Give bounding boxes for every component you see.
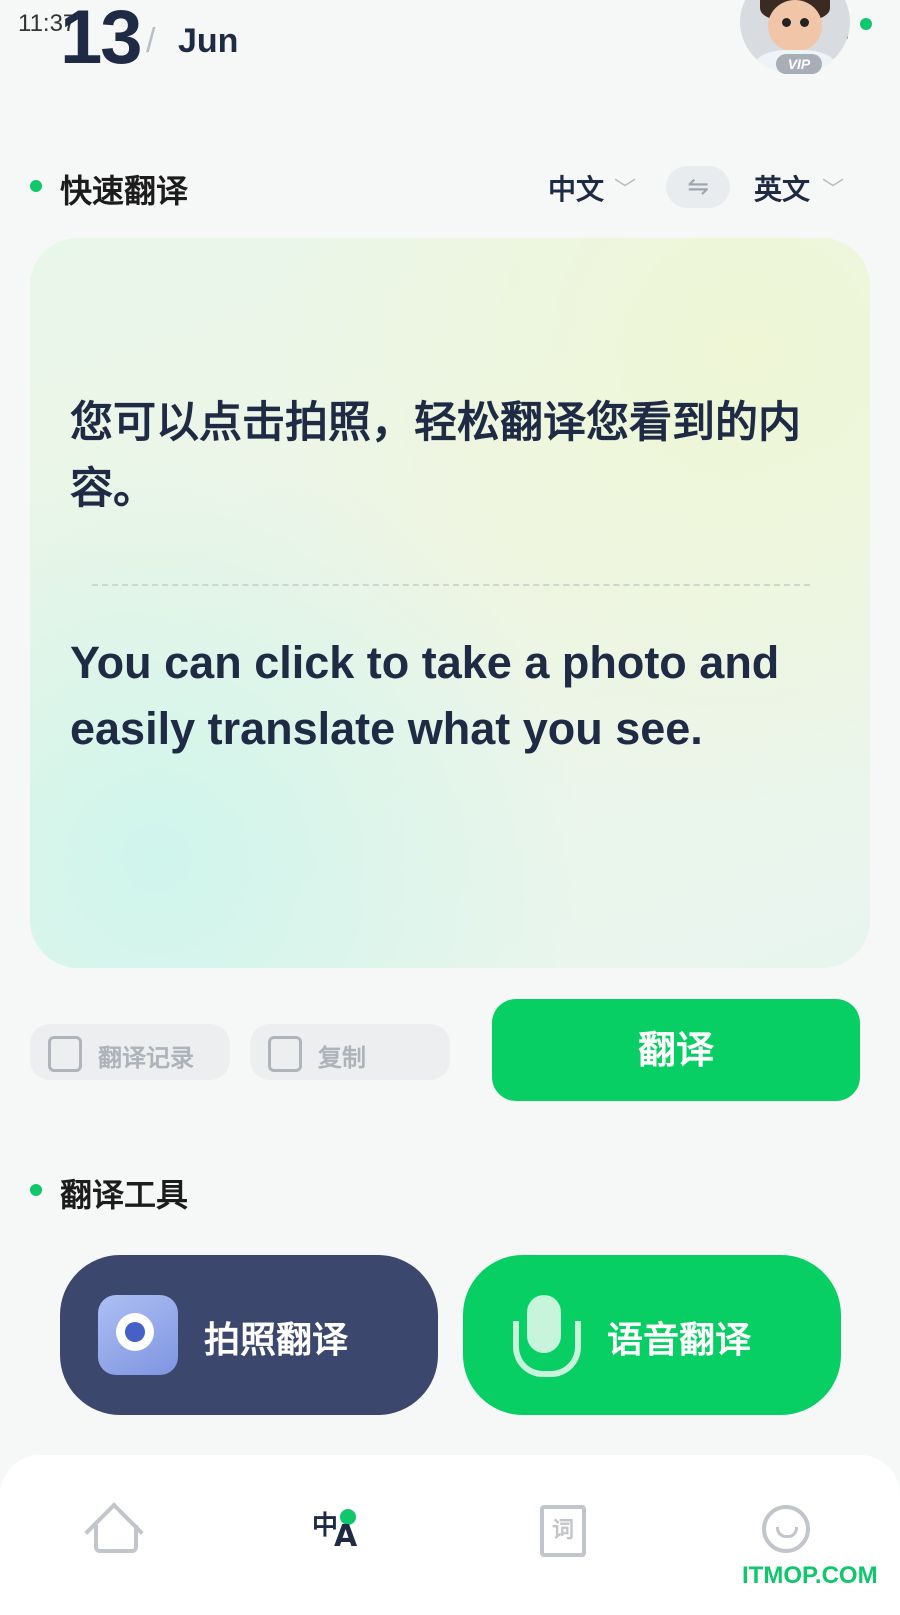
voice-translate-button[interactable]: 语音翻译 [463,1255,841,1415]
source-text[interactable]: 您可以点击拍照，轻松翻译您看到的内容。 [70,390,840,522]
translate-tab-icon[interactable]: 中 A [312,1505,358,1554]
photo-translate-button[interactable]: 拍照翻译 [60,1255,438,1415]
date-separator: / [146,22,156,60]
chevron-down-icon: ﹀ [614,178,637,203]
translate-button[interactable]: 翻译 [492,999,860,1101]
translate-tab-en: A [334,1519,358,1554]
translated-text: You can click to take a photo and easily… [70,637,780,754]
status-dot [860,18,872,30]
dictionary-icon[interactable]: 词 [540,1505,586,1557]
vip-badge: VIP [776,54,822,74]
section-dot [30,180,42,192]
history-label: 翻译记录 [98,1044,194,1072]
watermark: ITMOP.COM [742,1562,878,1589]
history-button[interactable]: 翻译记录 [30,1024,230,1080]
voice-translate-label: 语音翻译 [607,1320,752,1361]
tools-title: 翻译工具 [60,1176,189,1214]
copy-button[interactable]: 复制 [250,1024,450,1080]
translation-card[interactable] [30,238,870,968]
divider [92,584,810,586]
section-dot [30,1184,42,1196]
home-icon[interactable] [84,1502,144,1562]
target-language-select[interactable]: 英文 [754,168,810,208]
quick-translate-title: 快速翻译 [60,172,189,210]
swap-languages-icon[interactable]: ⇋ [666,166,730,208]
chevron-down-icon: ﹀ [822,178,845,203]
copy-icon [268,1036,302,1072]
copy-label: 复制 [318,1044,366,1072]
photo-translate-label: 拍照翻译 [204,1320,349,1361]
camera-icon [98,1295,178,1375]
date-day: 13 [60,0,143,80]
profile-tab-icon[interactable] [762,1505,810,1553]
source-language-select[interactable]: 中文 [548,168,604,208]
history-icon [48,1036,82,1072]
date-month: Jun [178,22,239,60]
microphone-icon [509,1295,581,1379]
